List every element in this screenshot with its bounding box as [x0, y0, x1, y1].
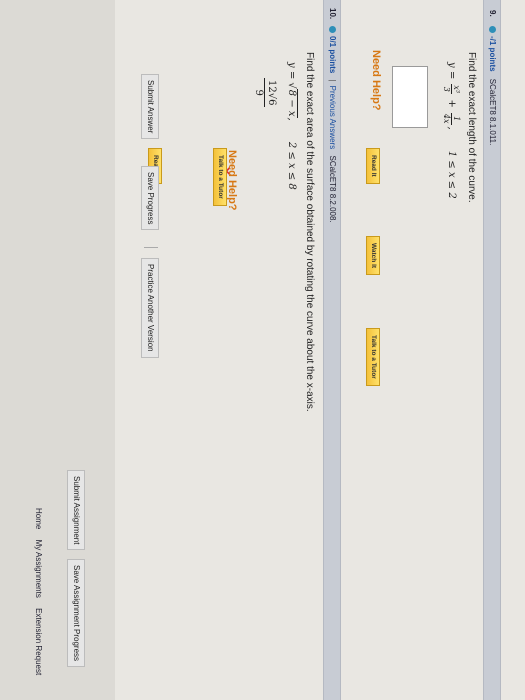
previous-answers-link[interactable]: Previous Answers — [328, 86, 337, 150]
question-number: 10. — [328, 8, 337, 20]
question-10-equation: y = √8 − x, 2 ≤ x ≤ 8 — [286, 62, 298, 190]
equation-lhs: y = — [286, 62, 297, 80]
radicand: 8 − x — [286, 88, 298, 118]
question-9-text: Find the exact length of the curve. — [466, 52, 477, 203]
footer-area — [0, 0, 115, 700]
need-help-label: Need Help? — [370, 50, 382, 111]
source-code: SCalcET8 8.1.011. — [488, 78, 497, 146]
equation-lhs: y = — [446, 62, 457, 80]
plus-sign: + — [446, 99, 457, 108]
question-9-header: 9. -/1 points SCalcET8 8.1.011. — [483, 0, 501, 700]
watch-it-button[interactable]: Watch It — [366, 236, 380, 276]
my-assignments-link[interactable]: My Assignments — [34, 540, 43, 598]
question-meta: 0/1 points |Previous Answers SCalcET8 8.… — [324, 26, 340, 223]
practice-another-version-button[interactable]: Practice Another Version — [141, 258, 159, 358]
submit-answer-button[interactable]: Submit Answer — [141, 74, 159, 140]
divider — [144, 247, 158, 248]
answer-input[interactable] — [392, 66, 428, 128]
talk-to-tutor-button[interactable]: Talk to a Tutor — [213, 148, 227, 206]
footer-links: Home My Assignments Extension Request — [34, 508, 43, 683]
info-dot-icon — [489, 26, 496, 33]
source-code: SCalcET8 8.2.008. — [328, 155, 337, 223]
interval: 2 ≤ x ≤ 8 — [286, 141, 297, 190]
question-10-header: 10. 0/1 points |Previous Answers SCalcET… — [323, 0, 341, 700]
read-it-button[interactable]: Read It — [366, 148, 380, 184]
talk-to-tutor-button[interactable]: Talk to a Tutor — [366, 328, 380, 386]
home-link[interactable]: Home — [34, 508, 43, 529]
question-number: 9. — [488, 10, 497, 17]
save-assignment-progress-button[interactable]: Save Assignment Progress — [67, 559, 85, 668]
points-label: -/1 points — [488, 36, 497, 72]
question-meta: -/1 points SCalcET8 8.1.011. — [484, 26, 500, 145]
assignment-page: 9. -/1 points SCalcET8 8.1.011. Find the… — [0, 0, 525, 700]
need-help-label: Need Help? — [226, 150, 238, 211]
extension-request-link[interactable]: Extension Request — [34, 608, 43, 675]
fraction-x-cubed: x³ 3 — [442, 84, 461, 95]
question-10-text: Find the exact area of the surface obtai… — [304, 52, 315, 412]
points-label: 0/1 points — [328, 36, 337, 74]
interval: 1 ≤ x ≤ 2 — [446, 150, 457, 199]
question-9-equation: y = x³ 3 + 1 4x, 1 ≤ x ≤ 2 — [442, 62, 461, 199]
fraction-one-over-4x: 1 4x — [442, 112, 461, 125]
save-progress-button[interactable]: Save Progress — [141, 166, 159, 231]
info-dot-icon — [329, 26, 336, 33]
sqrt-icon: √ — [286, 82, 297, 89]
submitted-answer: 12√6 9 — [253, 78, 277, 108]
submit-assignment-button[interactable]: Submit Assignment — [67, 470, 85, 551]
